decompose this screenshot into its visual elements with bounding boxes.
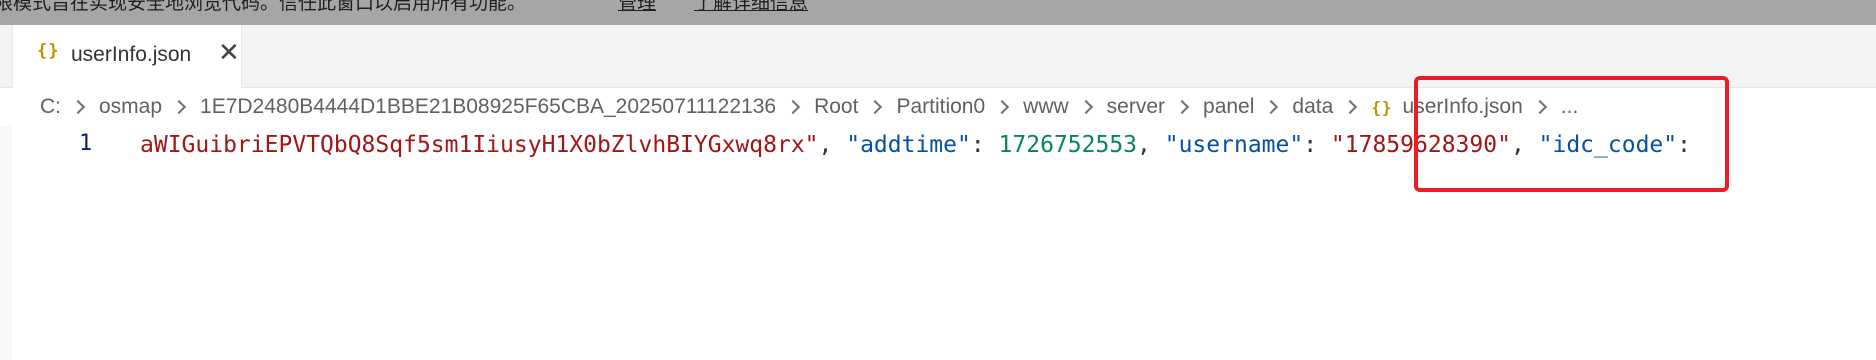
editor-window: 限模式旨在实现安全地浏览代码。信任此窗口以启用所有功能。 管理 了解详细信息 {… (0, 0, 1876, 360)
key-token: "username" (1164, 132, 1304, 158)
json-braces-icon: {} (1371, 97, 1393, 117)
breadcrumb-item[interactable]: osmap (99, 94, 162, 120)
breadcrumb-item[interactable]: Partition0 (896, 94, 985, 120)
chevron-right-icon (171, 99, 187, 115)
chevron-right-icon (1078, 99, 1093, 115)
chevron-right-icon (786, 99, 801, 115)
breadcrumb-item[interactable]: www (1023, 94, 1069, 120)
restricted-mode-banner: 限模式旨在实现安全地浏览代码。信任此窗口以启用所有功能。 管理 了解详细信息 (0, 0, 1876, 25)
learn-more-link[interactable]: 了解详细信息 (694, 0, 808, 16)
annotation-highlight-box (1414, 76, 1729, 192)
chevron-right-icon (995, 99, 1010, 115)
punctuation-token: , (818, 132, 847, 158)
punctuation-token: , (1137, 132, 1165, 158)
punctuation-token: : (970, 132, 999, 158)
breadcrumb-item[interactable]: C: (40, 94, 61, 120)
json-braces-icon: {} (37, 41, 60, 61)
chevron-right-icon (70, 99, 86, 115)
banner-message: 限模式旨在实现安全地浏览代码。信任此窗口以启用所有功能。 (0, 0, 527, 14)
tab-userinfo-json[interactable]: {} userInfo.json ✕ (12, 25, 242, 88)
breadcrumb-item[interactable]: panel (1203, 94, 1254, 120)
number-token: 1726752553 (998, 132, 1138, 158)
breadcrumb-item[interactable]: server (1107, 94, 1165, 120)
chevron-right-icon (1174, 99, 1190, 115)
close-icon[interactable]: ✕ (218, 37, 240, 67)
manage-link[interactable]: 管理 (618, 0, 656, 16)
line-number: 1 (79, 131, 93, 156)
tab-label: userInfo.json (71, 43, 192, 66)
chevron-right-icon (1343, 99, 1358, 115)
breadcrumb-item[interactable]: data (1292, 94, 1333, 120)
line-number-gutter: 1 (0, 126, 130, 360)
chevron-right-icon (1264, 99, 1279, 115)
key-token: "addtime" (846, 132, 971, 158)
breadcrumb-item[interactable]: 1E7D2480B4444D1BBE21B08925F65CBA_2025071… (200, 94, 776, 120)
breadcrumb-item[interactable]: Root (814, 94, 858, 120)
chevron-right-icon (868, 99, 883, 115)
string-token: aWIGuibriEPVTQbQ8Sqf5sm1IiusyH1X0bZlvhBI… (140, 132, 819, 158)
punctuation-token: : (1303, 132, 1331, 158)
